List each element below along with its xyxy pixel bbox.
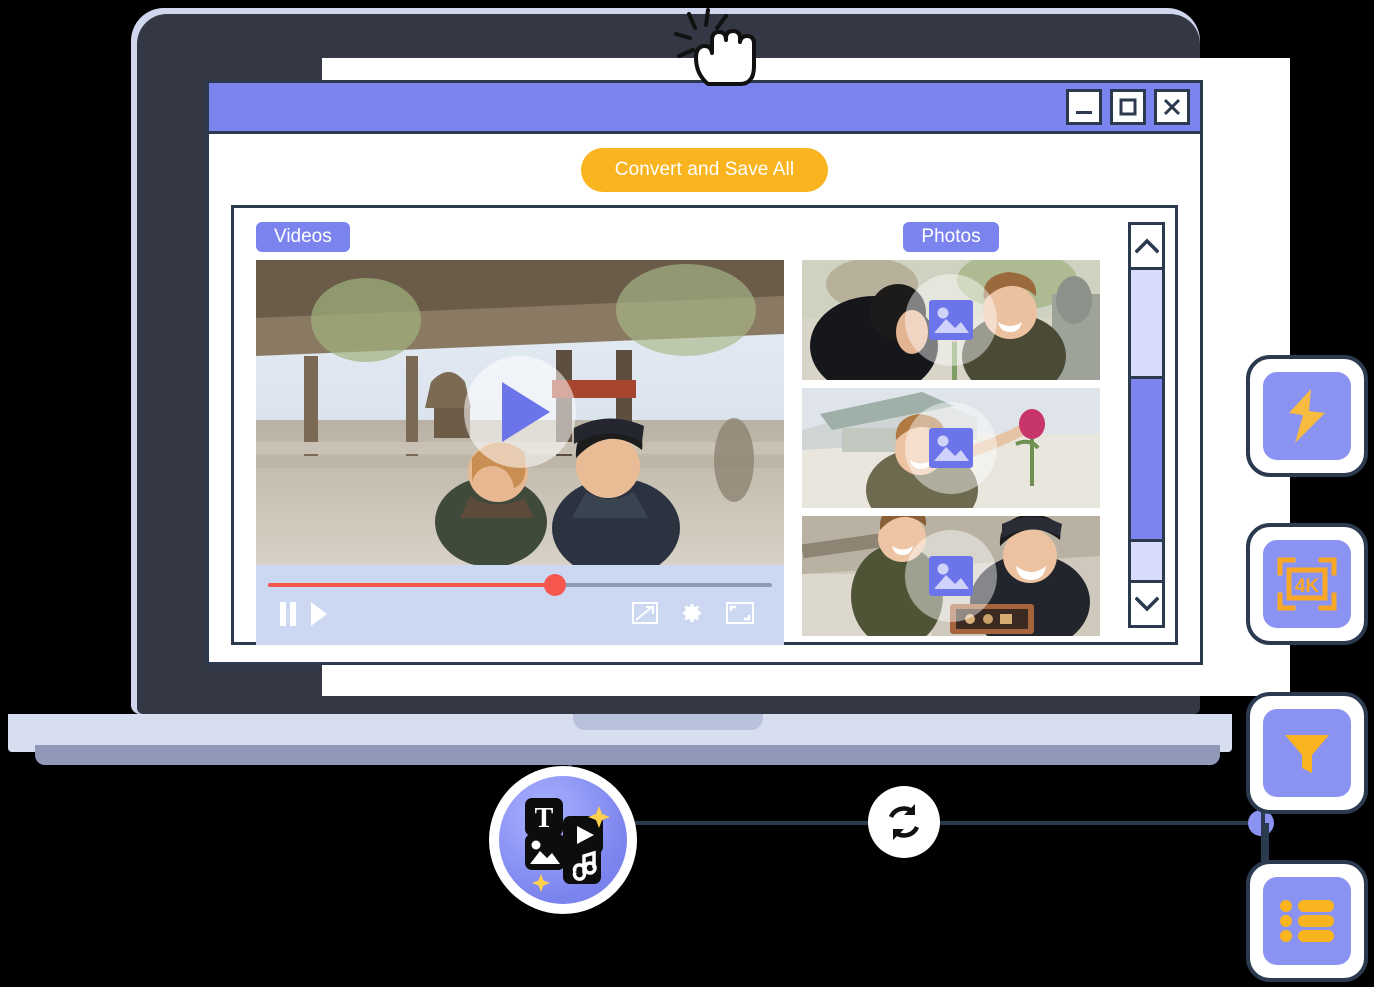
feature-card-list[interactable] bbox=[1246, 860, 1368, 982]
feature-card-filter[interactable] bbox=[1246, 692, 1368, 814]
minimize-button[interactable] bbox=[1066, 89, 1102, 125]
video-controls bbox=[256, 565, 784, 645]
photos-section: Photos bbox=[802, 222, 1100, 636]
window-titlebar bbox=[209, 83, 1200, 134]
media-convert-icon: T bbox=[499, 776, 627, 904]
video-options bbox=[632, 601, 754, 630]
play-icon bbox=[502, 382, 550, 442]
app-window: Convert and Save All Videos Photos bbox=[206, 80, 1203, 665]
image-placeholder-icon bbox=[929, 300, 973, 340]
chevron-up-icon bbox=[1134, 238, 1159, 254]
media-convert-badge[interactable]: T bbox=[489, 766, 637, 914]
scrollbar[interactable] bbox=[1128, 222, 1165, 628]
seek-handle[interactable] bbox=[544, 574, 567, 596]
laptop-trackpad-notch bbox=[573, 714, 763, 730]
photo-overlay-1[interactable] bbox=[905, 274, 997, 366]
maximize-button[interactable] bbox=[1110, 89, 1146, 125]
playback-controls bbox=[278, 601, 328, 632]
picture-in-picture-icon[interactable] bbox=[632, 602, 658, 629]
image-placeholder-icon bbox=[929, 428, 973, 468]
photo-overlay-2[interactable] bbox=[905, 402, 997, 494]
feature-card-resolution[interactable]: 4K bbox=[1246, 523, 1368, 645]
feature-card-speed[interactable] bbox=[1246, 355, 1368, 477]
photo-thumbnail-2[interactable] bbox=[802, 388, 1100, 508]
toolbar: Convert and Save All bbox=[209, 134, 1200, 206]
fullscreen-icon[interactable] bbox=[726, 602, 754, 629]
scroll-down-button[interactable] bbox=[1131, 580, 1162, 625]
scroll-track[interactable] bbox=[1131, 270, 1162, 580]
scroll-thumb[interactable] bbox=[1131, 376, 1162, 542]
convert-and-save-all-button[interactable]: Convert and Save All bbox=[580, 148, 829, 192]
lightning-bolt-icon bbox=[1263, 372, 1351, 460]
close-button[interactable] bbox=[1154, 89, 1190, 125]
photo-thumbnail-3[interactable] bbox=[802, 516, 1100, 636]
pause-icon[interactable] bbox=[278, 601, 298, 632]
content-panel: Videos Photos bbox=[231, 205, 1178, 645]
laptop-base-edge bbox=[35, 745, 1220, 765]
filter-funnel-icon bbox=[1263, 709, 1351, 797]
connector-f3-f4 bbox=[1261, 806, 1265, 864]
gear-icon[interactable] bbox=[680, 601, 704, 630]
convert-refresh-badge[interactable] bbox=[868, 786, 940, 858]
svg-text:4K: 4K bbox=[1295, 576, 1320, 597]
illustration-stage: Convert and Save All Videos Photos 4K T bbox=[0, 0, 1374, 987]
convert-refresh-icon bbox=[888, 804, 920, 840]
videos-section: Videos bbox=[256, 222, 784, 645]
scroll-up-button[interactable] bbox=[1131, 225, 1162, 270]
photo-thumbnail-1[interactable] bbox=[802, 260, 1100, 380]
bulleted-list-icon bbox=[1263, 877, 1351, 965]
image-placeholder-icon bbox=[929, 556, 973, 596]
seek-bar[interactable] bbox=[268, 574, 772, 596]
videos-label: Videos bbox=[256, 222, 350, 252]
svg-text:T: T bbox=[535, 803, 554, 834]
photos-list bbox=[802, 260, 1100, 636]
seek-progress bbox=[268, 583, 556, 587]
photos-label-row: Photos bbox=[802, 222, 1100, 260]
photos-label: Photos bbox=[903, 222, 999, 252]
photo-overlay-3[interactable] bbox=[905, 530, 997, 622]
chevron-down-icon bbox=[1134, 596, 1159, 612]
4k-icon: 4K bbox=[1263, 540, 1351, 628]
video-player[interactable] bbox=[256, 260, 784, 645]
play-icon[interactable] bbox=[308, 601, 328, 632]
play-button-overlay[interactable] bbox=[464, 356, 576, 468]
